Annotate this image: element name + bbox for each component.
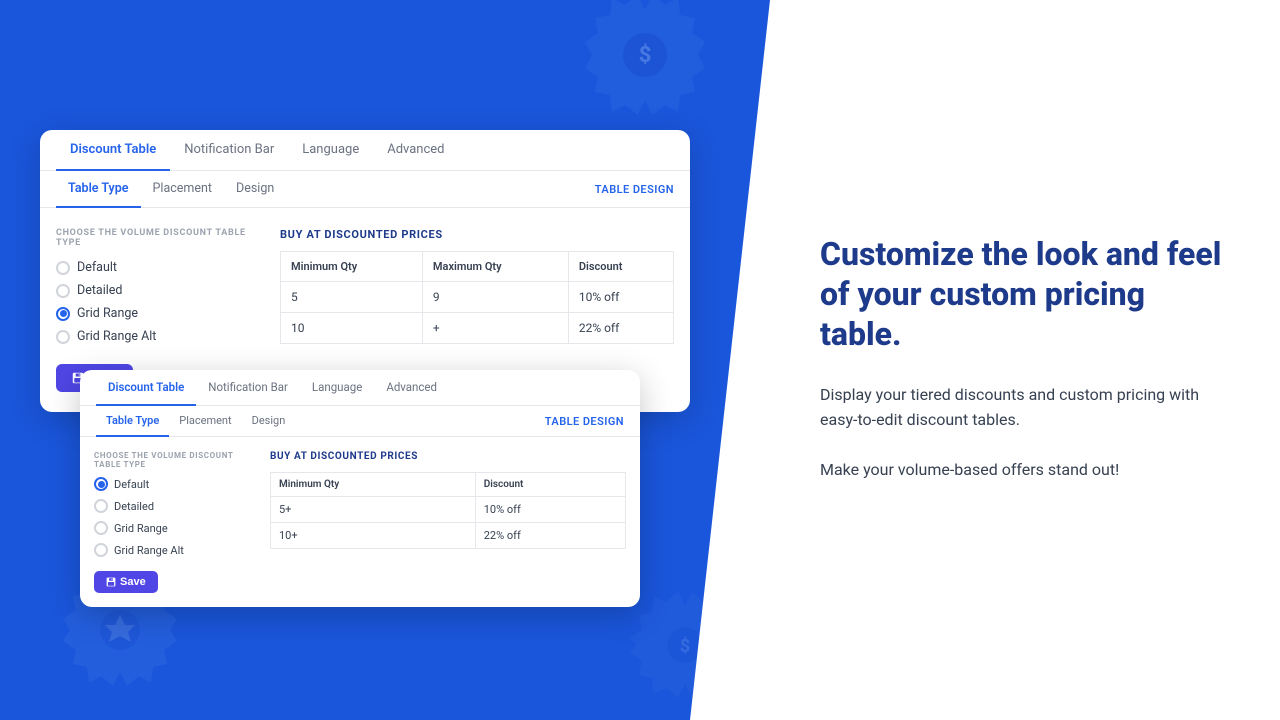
discount-preview: BUY AT DISCOUNTED PRICES Minimum Qty Max…	[280, 228, 674, 392]
headline: Customize the look and feel of your cust…	[820, 234, 1230, 354]
sec-col-min-qty: Minimum Qty	[271, 473, 476, 497]
sec-cell-min-1: 5+	[271, 497, 476, 523]
radio-circle-grid-range	[56, 307, 70, 321]
sub-tab-table-type[interactable]: Table Type	[56, 171, 141, 208]
sec-radio-circle-grid-range-alt	[94, 543, 108, 557]
sec-save-icon	[106, 577, 116, 587]
main-sub-tab-bar: Table Type Placement Design TABLE DESIGN	[40, 171, 690, 208]
price-table: Minimum Qty Maximum Qty Discount 5 9 10%…	[280, 251, 674, 344]
radio-circle-grid-range-alt	[56, 330, 70, 344]
sec-radio-circle-grid-range	[94, 521, 108, 535]
sec-sub-tab-bar: Table Type Placement Design TABLE DESIGN	[80, 406, 640, 437]
body-text-1: Display your tiered discounts and custom…	[820, 382, 1230, 433]
sec-radio-grid-range-alt[interactable]: Grid Range Alt	[94, 543, 254, 557]
cell-min-1: 5	[281, 282, 423, 313]
sec-table-design-link[interactable]: TABLE DESIGN	[545, 415, 624, 428]
sec-discount-type-section: CHOOSE THE VOLUME DISCOUNT TABLE TYPE De…	[94, 451, 254, 593]
cell-min-2: 10	[281, 313, 423, 344]
col-discount: Discount	[568, 252, 673, 282]
sec-tab-advanced[interactable]: Advanced	[374, 370, 449, 406]
body-text-2: Make your volume-based offers stand out!	[820, 457, 1230, 483]
sec-preview-title: BUY AT DISCOUNTED PRICES	[270, 451, 626, 462]
preview-title: BUY AT DISCOUNTED PRICES	[280, 228, 674, 241]
radio-detailed[interactable]: Detailed	[56, 283, 256, 298]
sec-tab-bar: Discount Table Notification Bar Language…	[80, 370, 640, 406]
sec-price-table: Minimum Qty Discount 5+ 10% off 10+ 22% …	[270, 472, 626, 549]
sec-radio-grid-range[interactable]: Grid Range	[94, 521, 254, 535]
sec-tab-discount-table[interactable]: Discount Table	[96, 370, 196, 406]
sec-cell-min-2: 10+	[271, 523, 476, 549]
sec-radio-detailed[interactable]: Detailed	[94, 499, 254, 513]
main-tab-bar: Discount Table Notification Bar Language…	[40, 130, 690, 171]
cell-max-2: +	[422, 313, 568, 344]
sec-cell-disc-2: 22% off	[475, 523, 625, 549]
sec-radio-group: Default Detailed Grid Range Grid Range A…	[94, 477, 254, 557]
sec-sub-tab-design[interactable]: Design	[242, 406, 296, 437]
sec-card-body: CHOOSE THE VOLUME DISCOUNT TABLE TYPE De…	[80, 437, 640, 607]
svg-text:$: $	[680, 636, 690, 657]
col-min-qty: Minimum Qty	[281, 252, 423, 282]
sec-save-button[interactable]: Save	[94, 571, 158, 593]
sec-tab-notification-bar[interactable]: Notification Bar	[196, 370, 300, 406]
radio-grid-range-alt[interactable]: Grid Range Alt	[56, 329, 256, 344]
sub-tab-placement[interactable]: Placement	[141, 171, 224, 208]
sec-table-row: 5+ 10% off	[271, 497, 626, 523]
table-row: 10 + 22% off	[281, 313, 674, 344]
radio-circle-default	[56, 261, 70, 275]
sub-tab-design[interactable]: Design	[224, 171, 286, 208]
cell-disc-1: 10% off	[568, 282, 673, 313]
sec-discount-preview: BUY AT DISCOUNTED PRICES Minimum Qty Dis…	[270, 451, 626, 593]
sec-sub-tab-table-type[interactable]: Table Type	[96, 406, 169, 437]
gear-top-right-icon: $	[580, 0, 710, 120]
gear-bottom-right-icon: $	[630, 590, 740, 700]
sec-tab-language[interactable]: Language	[300, 370, 374, 406]
svg-text:$: $	[639, 43, 652, 68]
tab-advanced[interactable]: Advanced	[373, 130, 458, 171]
sec-col-discount: Discount	[475, 473, 625, 497]
sec-cell-disc-1: 10% off	[475, 497, 625, 523]
col-max-qty: Maximum Qty	[422, 252, 568, 282]
radio-circle-detailed	[56, 284, 70, 298]
tab-discount-table[interactable]: Discount Table	[56, 130, 170, 171]
right-panel: Customize the look and feel of your cust…	[770, 0, 1280, 720]
sec-sub-tab-placement[interactable]: Placement	[169, 406, 241, 437]
radio-grid-range[interactable]: Grid Range	[56, 306, 256, 321]
sec-radio-circle-default	[94, 477, 108, 491]
sec-radio-default[interactable]: Default	[94, 477, 254, 491]
section-label: CHOOSE THE VOLUME DISCOUNT TABLE TYPE	[56, 228, 256, 248]
sec-table-row: 10+ 22% off	[271, 523, 626, 549]
discount-type-section: CHOOSE THE VOLUME DISCOUNT TABLE TYPE De…	[56, 228, 256, 392]
table-design-link[interactable]: TABLE DESIGN	[595, 183, 674, 196]
tab-language[interactable]: Language	[288, 130, 373, 171]
sec-radio-circle-detailed	[94, 499, 108, 513]
sec-section-label: CHOOSE THE VOLUME DISCOUNT TABLE TYPE	[94, 451, 254, 469]
card-secondary: Discount Table Notification Bar Language…	[80, 370, 640, 607]
cell-max-1: 9	[422, 282, 568, 313]
radio-group: Default Detailed Grid Range Grid Range A…	[56, 260, 256, 344]
radio-default[interactable]: Default	[56, 260, 256, 275]
tab-notification-bar[interactable]: Notification Bar	[170, 130, 288, 171]
table-row: 5 9 10% off	[281, 282, 674, 313]
cell-disc-2: 22% off	[568, 313, 673, 344]
left-panel: $ Discount Table Notification Bar Langua…	[0, 0, 770, 720]
